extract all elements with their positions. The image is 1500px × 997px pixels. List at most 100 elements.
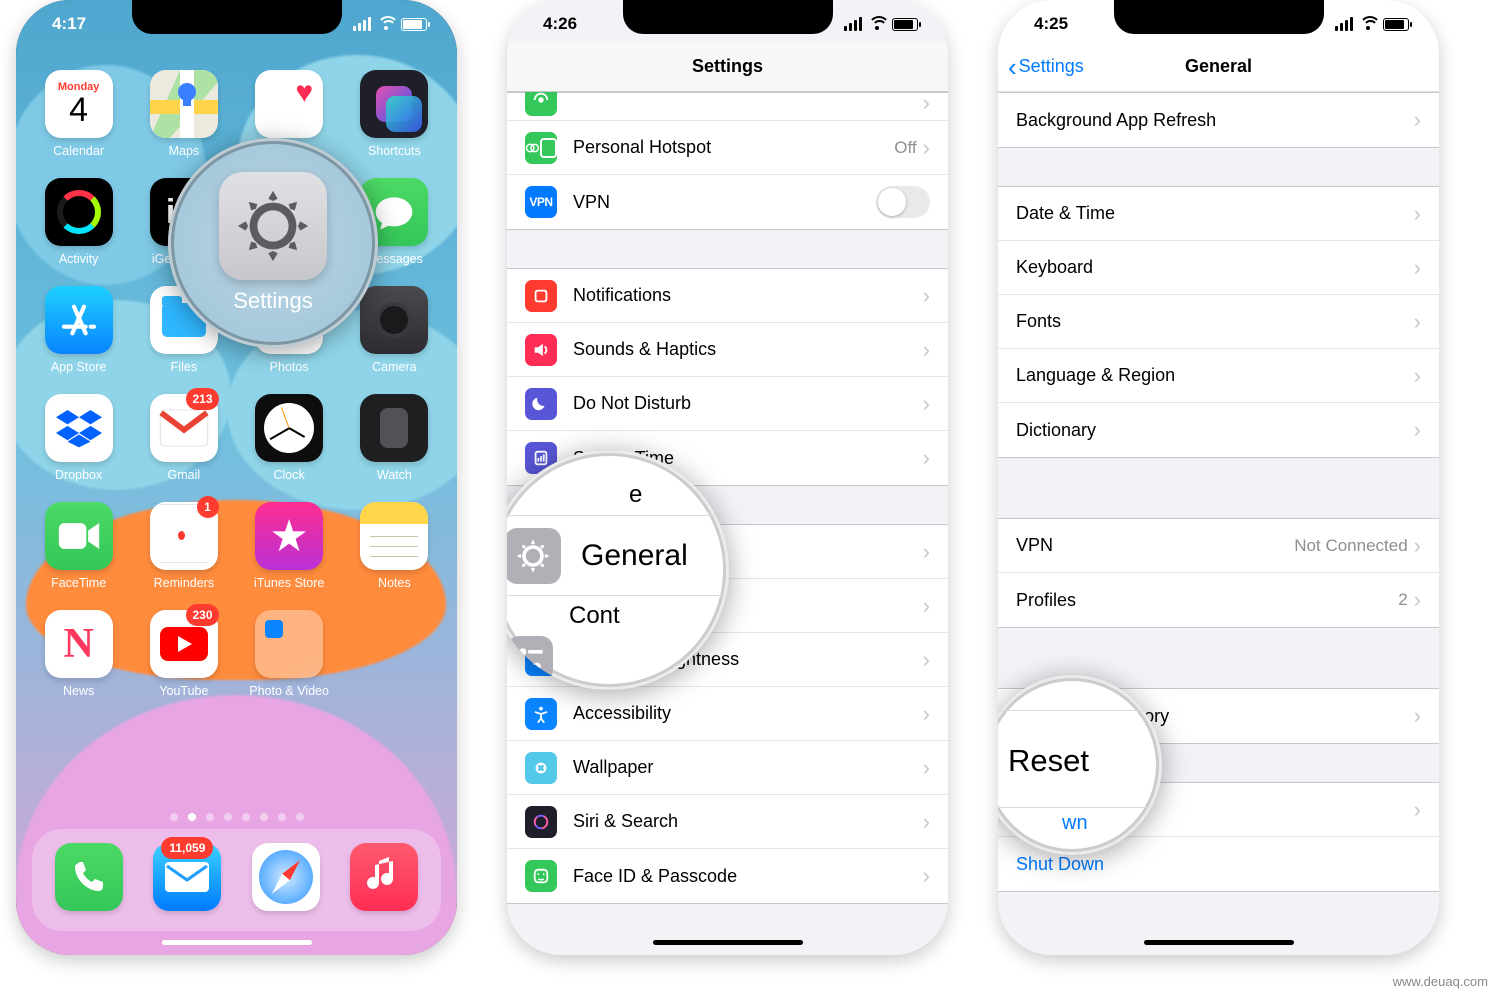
row-label: VPN [1016,535,1294,556]
row-vpn[interactable]: VPN Not Connected › [998,519,1439,573]
app-gmail[interactable]: 213 Gmail [141,394,226,482]
appstore-icon [45,286,113,354]
magnifier-bottom-fragment: Cont [569,602,620,630]
app-dropbox[interactable]: Dropbox [36,394,121,482]
row-label: VPN [573,192,876,213]
notifications-icon [525,280,557,312]
navigation-bar: ‹ Settings General [998,42,1439,92]
siri-icon [525,806,557,838]
dock-mail[interactable]: 11,059 [153,843,221,917]
app-maps[interactable]: Maps [141,70,226,158]
app-news[interactable]: N News [36,610,121,698]
dnd-icon [525,388,557,420]
status-time: 4:25 [1034,14,1068,34]
phone-home-screen: 4:17 Monday 4 Calendar Maps ♥ Health [16,0,457,955]
magnifier-label: Reset [1008,743,1089,779]
app-notes[interactable]: Notes [352,502,437,590]
row-personal-hotspot[interactable]: Personal Hotspot Off › [507,121,948,175]
battery-icon [892,18,918,31]
app-folder-photo-video[interactable]: Photo & Video [247,610,332,698]
app-watch[interactable]: Watch [352,394,437,482]
row-notifications[interactable]: Notifications › [507,269,948,323]
row-wallpaper[interactable]: Wallpaper › [507,741,948,795]
home-indicator[interactable] [653,940,803,945]
app-shortcuts[interactable]: Shortcuts [352,70,437,158]
watermark: www.deuaq.com [1393,974,1488,989]
page-indicator[interactable] [170,813,304,821]
row-date-time[interactable]: Date & Time › [998,187,1439,241]
chevron-right-icon: › [1414,587,1421,613]
chevron-right-icon: › [923,92,930,116]
app-label: Activity [59,252,99,266]
app-label: Dropbox [55,468,102,482]
row-profiles[interactable]: Profiles 2 › [998,573,1439,627]
row-label: Notifications [573,285,923,306]
row-label: Keyboard [1016,257,1414,278]
row-label: Siri & Search [573,811,923,832]
row-fonts[interactable]: Fonts › [998,295,1439,349]
row-sounds-haptics[interactable]: Sounds & Haptics › [507,323,948,377]
row-label: Language & Region [1016,365,1414,386]
app-label: Files [171,360,197,374]
chevron-right-icon: › [1414,363,1421,389]
row-label: Wallpaper [573,757,923,778]
magnifier-label: General [581,539,688,573]
news-icon: N [45,610,113,678]
activity-icon [45,178,113,246]
dock-safari[interactable] [252,843,320,917]
magnifier-reset: Reset wn [998,675,1162,855]
app-youtube[interactable]: 230 YouTube [141,610,226,698]
app-itunes-store[interactable]: ★ iTunes Store [247,502,332,590]
row-cellular[interactable]: . › [507,93,948,121]
itunes-store-icon: ★ [255,502,323,570]
app-calendar[interactable]: Monday 4 Calendar [36,70,121,158]
calendar-day: 4 [69,93,88,127]
app-camera[interactable]: Camera [352,286,437,374]
row-vpn[interactable]: VPN VPN [507,175,948,229]
dock-music[interactable] [350,843,418,917]
chevron-right-icon: › [923,593,930,619]
row-label: Sounds & Haptics [573,339,923,360]
app-appstore[interactable]: App Store [36,286,121,374]
watch-icon [360,394,428,462]
music-icon [350,843,418,911]
row-label: Background App Refresh [1016,110,1414,131]
app-facetime[interactable]: FaceTime [36,502,121,590]
row-label: Profiles [1016,590,1398,611]
app-activity[interactable]: Activity [36,178,121,266]
camera-icon [360,286,428,354]
row-face-id-passcode[interactable]: Face ID & Passcode › [507,849,948,903]
dock-phone[interactable] [55,843,123,917]
row-language-region[interactable]: Language & Region › [998,349,1439,403]
row-do-not-disturb[interactable]: Do Not Disturb › [507,377,948,431]
home-indicator[interactable] [1144,940,1294,945]
general-icon-large [507,528,561,584]
app-clock[interactable]: Clock [247,394,332,482]
row-keyboard[interactable]: Keyboard › [998,241,1439,295]
home-indicator[interactable] [162,940,312,945]
signal-icon [1335,17,1353,31]
vpn-toggle[interactable] [876,186,930,218]
wifi-icon [1359,18,1377,31]
back-button[interactable]: ‹ Settings [1008,54,1084,80]
chevron-right-icon: › [1414,533,1421,559]
app-reminders[interactable]: 1 Reminders [141,502,226,590]
page-title: Settings [692,56,763,77]
row-detail: 2 [1398,590,1407,610]
accessibility-icon [525,698,557,730]
app-label: Shortcuts [368,144,421,158]
app-label: YouTube [159,684,208,698]
chevron-right-icon: › [1414,703,1421,729]
row-accessibility[interactable]: Accessibility › [507,687,948,741]
sounds-icon [525,334,557,366]
chevron-right-icon: › [1414,107,1421,133]
app-label: Photos [270,360,309,374]
navigation-bar: Settings [507,42,948,92]
faceid-icon [525,860,557,892]
wifi-icon [868,18,886,31]
signal-icon [844,17,862,31]
row-background-app-refresh[interactable]: Background App Refresh › [998,93,1439,147]
app-label: iTunes Store [254,576,324,590]
row-dictionary[interactable]: Dictionary › [998,403,1439,457]
row-siri-search[interactable]: Siri & Search › [507,795,948,849]
